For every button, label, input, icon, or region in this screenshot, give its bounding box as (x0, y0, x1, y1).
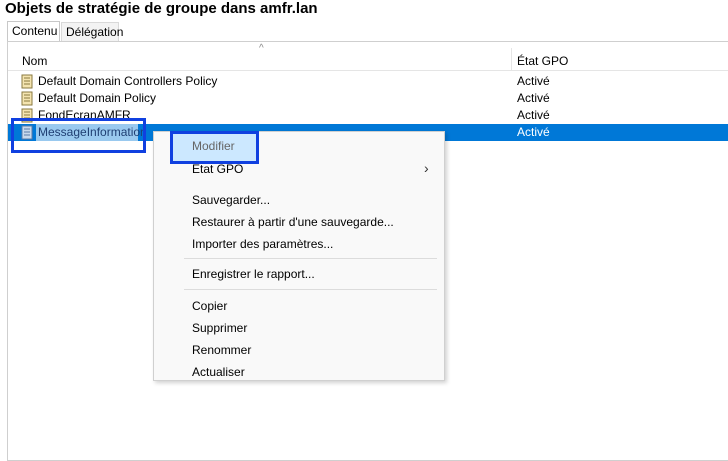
column-header-etat[interactable]: État GPO (517, 54, 568, 68)
gpo-name: Default Domain Controllers Policy (38, 74, 218, 88)
context-menu: État GPO Sauvegarder... Restaurer à part… (153, 131, 445, 381)
column-header-nom[interactable]: Nom (22, 54, 47, 68)
menu-separator (184, 258, 437, 259)
menu-item-actualiser[interactable]: Actualiser (192, 365, 245, 379)
menu-item-importer[interactable]: Importer des paramètres... (192, 237, 333, 251)
menu-separator (184, 289, 437, 290)
gpo-state: Activé (517, 108, 550, 122)
column-divider[interactable] (511, 48, 512, 70)
menu-item-restaurer[interactable]: Restaurer à partir d'une sauvegarde... (192, 215, 394, 229)
gpo-state: Activé (517, 74, 550, 88)
table-row[interactable]: Default Domain Controllers Policy Activé (8, 73, 728, 90)
gpo-scroll-icon (21, 91, 33, 106)
menu-item-supprimer[interactable]: Supprimer (192, 321, 247, 335)
menu-item-copier[interactable]: Copier (192, 299, 227, 313)
submenu-arrow-icon: › (424, 160, 429, 176)
tab-delegation[interactable]: Délégation (61, 22, 123, 41)
gpo-name: Default Domain Policy (38, 91, 157, 105)
menu-item-renommer[interactable]: Renommer (192, 343, 251, 357)
annotation-highlight-box (11, 118, 146, 153)
gpo-scroll-icon (21, 74, 33, 89)
table-row[interactable]: Default Domain Policy Activé (8, 90, 728, 107)
gpo-state: Activé (517, 125, 550, 139)
gpo-state: Activé (517, 91, 550, 105)
menu-item-etat-gpo[interactable]: État GPO (192, 162, 243, 176)
menu-item-modifier[interactable]: Modifier (192, 139, 235, 153)
tab-contenu[interactable]: Contenu (7, 21, 60, 42)
page-title: Objets de stratégie de groupe dans amfr.… (5, 0, 318, 17)
menu-item-sauvegarder[interactable]: Sauvegarder... (192, 193, 270, 207)
column-header-row: Nom État GPO (8, 48, 728, 71)
menu-item-enregistrer-rapport[interactable]: Enregistrer le rapport... (192, 267, 315, 281)
